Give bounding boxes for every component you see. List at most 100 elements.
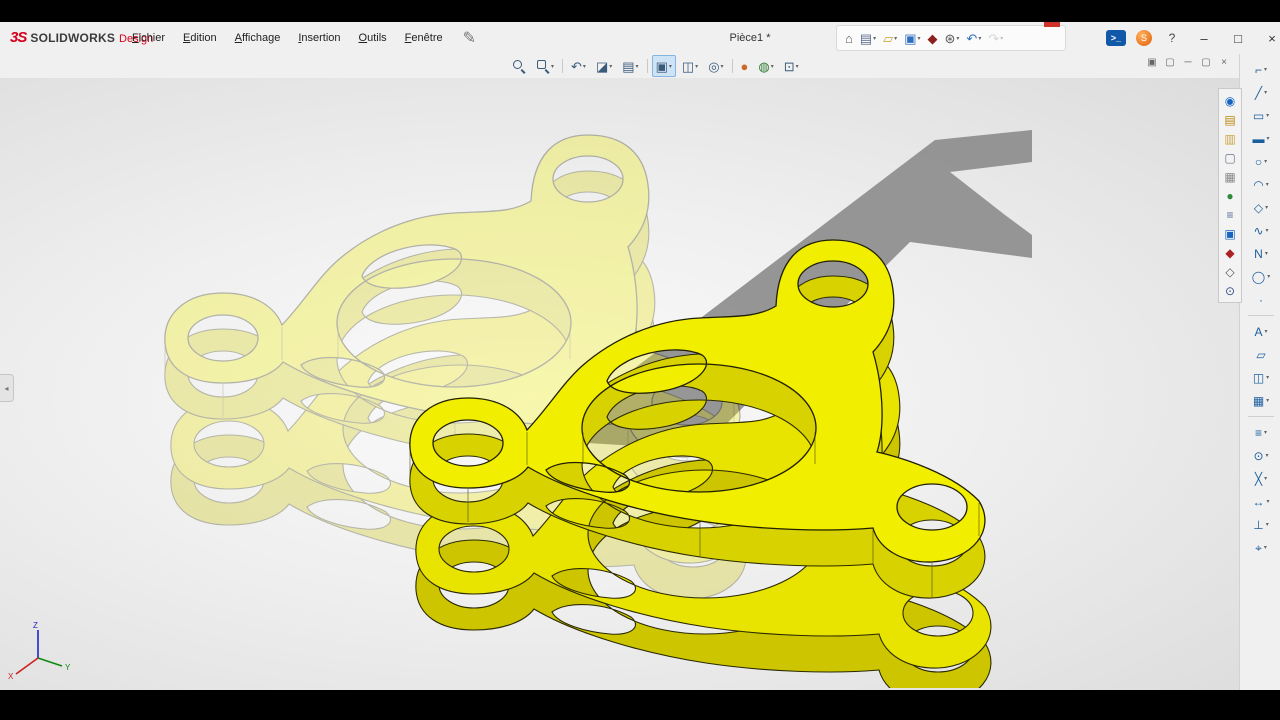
dropdown-caret-icon[interactable]: ▾ — [1266, 521, 1269, 528]
custom-properties-icon[interactable]: ≡ — [1221, 205, 1239, 224]
quick-snaps-button[interactable]: ⌖ ▾ — [1244, 536, 1278, 559]
save-button[interactable]: ▣ ▾ — [902, 31, 922, 46]
restore-document-button[interactable]: ▢ — [1200, 57, 1212, 68]
minimize-document-button[interactable]: ─ — [1182, 57, 1194, 68]
zoom-to-fit-button[interactable] — [508, 55, 530, 77]
document-recovery-icon[interactable]: ◆ — [1221, 243, 1239, 262]
dropdown-caret-icon[interactable]: ▾ — [873, 35, 876, 42]
feature-panel-collapse-tab[interactable]: ◂ — [0, 374, 14, 402]
dropdown-caret-icon[interactable]: ▾ — [1000, 35, 1003, 42]
dropdown-caret-icon[interactable]: ▾ — [978, 35, 981, 42]
mirror-entities-button[interactable]: ◫ ▾ — [1244, 366, 1278, 389]
dropdown-caret-icon[interactable]: ▾ — [551, 63, 554, 70]
menu-fichier[interactable]: Fichier — [130, 30, 167, 46]
dropdown-caret-icon[interactable]: ▾ — [583, 63, 586, 70]
undo-button[interactable]: ↶ ▾ — [964, 31, 983, 46]
solidworks-forum-icon[interactable]: ▣ — [1221, 224, 1239, 243]
dropdown-caret-icon[interactable]: ▾ — [1264, 158, 1267, 165]
dropdown-caret-icon[interactable]: ▾ — [1266, 498, 1269, 505]
dropdown-caret-icon[interactable]: ▾ — [1265, 328, 1268, 335]
pin-icon[interactable]: ✎ — [463, 28, 476, 48]
dropdown-caret-icon[interactable]: ▾ — [956, 35, 959, 42]
dropdown-caret-icon[interactable]: ▾ — [771, 63, 774, 70]
dropdown-caret-icon[interactable]: ▾ — [1266, 135, 1269, 142]
zoom-to-area-button[interactable]: ▾ — [532, 55, 558, 77]
polygon-button[interactable]: ◇ ▾ — [1244, 196, 1278, 219]
dropdown-caret-icon[interactable]: ▾ — [1267, 273, 1270, 280]
dropdown-caret-icon[interactable]: ▾ — [1266, 112, 1269, 119]
close-document-button[interactable]: × — [1218, 57, 1230, 68]
straight-slot-button[interactable]: ▬ ▾ — [1244, 127, 1278, 150]
dropdown-caret-icon[interactable]: ▾ — [669, 63, 672, 70]
close-button[interactable]: × — [1260, 31, 1280, 46]
display-relations-button[interactable]: ⊥ ▾ — [1244, 513, 1278, 536]
minimize-button[interactable]: – — [1192, 31, 1216, 46]
corner-rectangle-button[interactable]: ▭ ▾ — [1244, 104, 1278, 127]
hide-show-items-button[interactable]: ◎ ▾ — [704, 55, 727, 77]
circle-button[interactable]: ○ ▾ — [1244, 150, 1278, 173]
rebuild-button[interactable]: ◆ — [926, 31, 940, 46]
open-documents-icon[interactable]: ▢ — [1221, 148, 1239, 167]
dropdown-caret-icon[interactable]: ▾ — [917, 35, 920, 42]
select-button[interactable]: ⌐ ▾ — [1244, 58, 1278, 81]
view-orientation-button[interactable]: ▣ ▾ — [651, 55, 676, 77]
view-palette-icon[interactable]: ▦ — [1221, 167, 1239, 186]
realview-button[interactable]: ◍ ▾ — [754, 55, 777, 77]
dropdown-caret-icon[interactable]: ▾ — [1264, 475, 1267, 482]
edit-appearance-button[interactable]: ● — [737, 55, 753, 77]
dropdown-caret-icon[interactable]: ▾ — [1264, 544, 1267, 551]
dropdown-caret-icon[interactable]: ▾ — [894, 35, 897, 42]
previous-view-button[interactable]: ↶ ▾ — [567, 55, 590, 77]
dropdown-caret-icon[interactable]: ▾ — [1266, 397, 1269, 404]
spline-button[interactable]: ∿ ▾ — [1244, 219, 1278, 242]
text-button[interactable]: A ▾ — [1244, 320, 1278, 343]
convert-entities-button[interactable]: ⊙ ▾ — [1244, 444, 1278, 467]
home-button[interactable]: ⌂ — [843, 31, 855, 46]
design-library-icon[interactable]: ▤ — [1221, 110, 1239, 129]
linear-pattern-button[interactable]: ▦ ▾ — [1244, 389, 1278, 412]
dropdown-caret-icon[interactable]: ▾ — [695, 63, 698, 70]
menu-outils[interactable]: Outils — [357, 30, 389, 46]
solidworks-search-icon[interactable]: >_ — [1106, 30, 1126, 46]
dropdown-caret-icon[interactable]: ▾ — [1266, 452, 1269, 459]
dropdown-caret-icon[interactable]: ▾ — [796, 63, 799, 70]
ellipse-button[interactable]: ◯ ▾ — [1244, 265, 1278, 288]
annotation-views-button[interactable]: ▤ ▾ — [618, 55, 642, 77]
open-button[interactable]: ▱ ▾ — [881, 31, 899, 46]
trim-entities-button[interactable]: ╳ ▾ — [1244, 467, 1278, 490]
dropdown-caret-icon[interactable]: ▾ — [1264, 66, 1267, 73]
offset-entities-button[interactable]: ≡ ▾ — [1244, 421, 1278, 444]
display-style-button[interactable]: ◫ ▾ — [678, 55, 702, 77]
options-button[interactable]: ⊛ ▾ — [943, 31, 962, 46]
dropdown-caret-icon[interactable]: ▾ — [636, 63, 639, 70]
dropdown-caret-icon[interactable]: ▾ — [1264, 89, 1267, 96]
file-explorer-icon[interactable]: ▥ — [1221, 129, 1239, 148]
plane-button[interactable]: ▱ — [1244, 343, 1278, 366]
styled-spline-button[interactable]: N ▾ — [1244, 242, 1278, 265]
smart-dimension-button[interactable]: ↔ ▾ — [1244, 490, 1278, 513]
menu-edition[interactable]: Edition — [181, 30, 219, 46]
help-icon[interactable]: ? — [1162, 31, 1182, 45]
menu-affichage[interactable]: Affichage — [233, 30, 283, 46]
dropdown-caret-icon[interactable]: ▾ — [1266, 181, 1269, 188]
arc-button[interactable]: ◠ ▾ — [1244, 173, 1278, 196]
redo-button[interactable]: ↷ ▾ — [986, 31, 1005, 46]
point-button[interactable]: · — [1244, 288, 1278, 311]
dropdown-caret-icon[interactable]: ▾ — [1265, 250, 1268, 257]
solidworks-resources-icon[interactable]: ◉ — [1221, 91, 1239, 110]
dropdown-caret-icon[interactable]: ▾ — [1264, 429, 1267, 436]
pack-and-go-icon[interactable]: ◇ — [1221, 262, 1239, 281]
dropdown-caret-icon[interactable]: ▾ — [1266, 227, 1269, 234]
line-button[interactable]: ╱ ▾ — [1244, 81, 1278, 104]
dropdown-caret-icon[interactable]: ▾ — [1266, 374, 1269, 381]
menu-fenêtre[interactable]: Fenêtre — [403, 30, 445, 46]
appearances-scenes-icon[interactable]: ● — [1221, 186, 1239, 205]
graphics-area[interactable] — [0, 78, 1240, 690]
view-settings-button[interactable]: ⊡ ▾ — [780, 55, 803, 77]
tile-window-button[interactable]: ▣ — [1146, 57, 1158, 68]
dropdown-caret-icon[interactable]: ▾ — [1265, 204, 1268, 211]
dropdown-caret-icon[interactable]: ▾ — [721, 63, 724, 70]
menu-insertion[interactable]: Insertion — [296, 30, 342, 46]
new-document-button[interactable]: ▤ ▾ — [858, 31, 878, 46]
search-commands-icon[interactable]: ⊙ — [1221, 281, 1239, 300]
